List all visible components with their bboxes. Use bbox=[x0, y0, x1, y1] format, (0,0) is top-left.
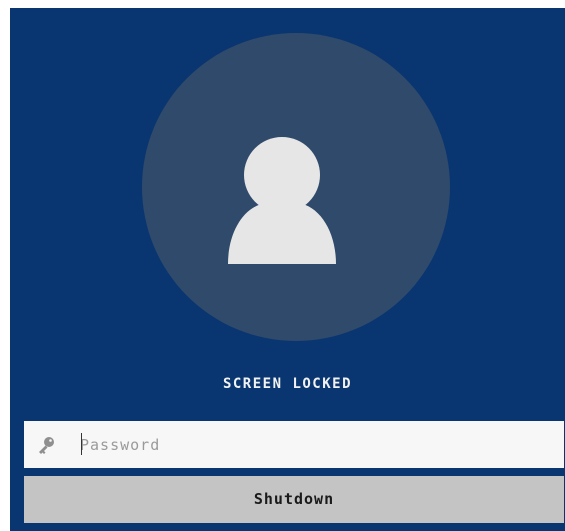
avatar bbox=[142, 33, 450, 341]
lock-screen: SCREEN LOCKED Shutdown bbox=[10, 8, 565, 531]
user-silhouette-icon bbox=[228, 136, 362, 264]
password-input[interactable] bbox=[66, 421, 546, 468]
key-icon bbox=[36, 435, 56, 455]
screen-locked-title: SCREEN LOCKED bbox=[222, 376, 353, 392]
shutdown-button[interactable]: Shutdown bbox=[24, 476, 564, 523]
password-field-container[interactable] bbox=[24, 421, 564, 468]
text-caret bbox=[81, 433, 82, 455]
